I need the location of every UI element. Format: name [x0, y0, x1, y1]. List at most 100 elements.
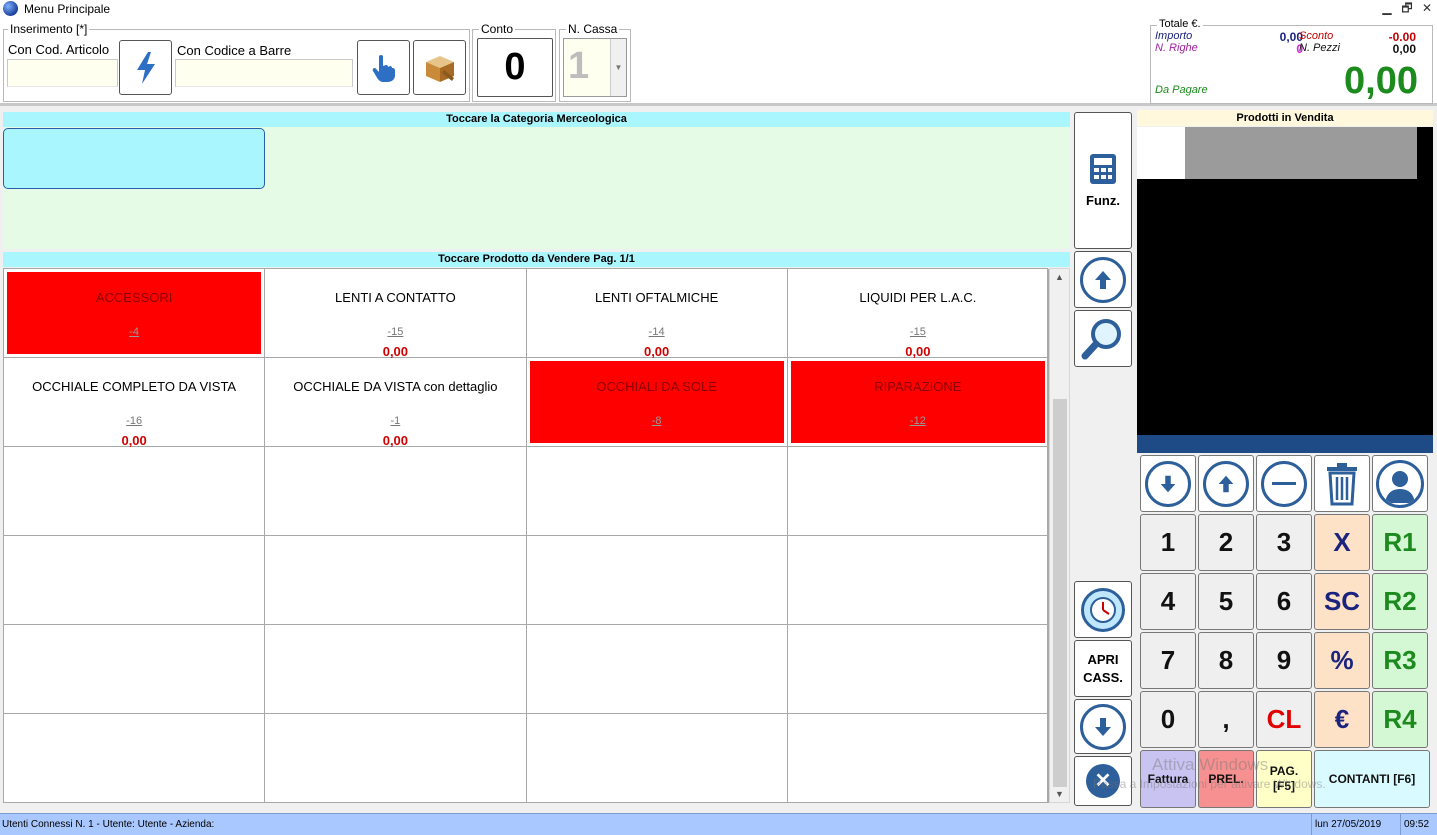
apri-cassetto-button[interactable]: APRI CASS. [1074, 640, 1132, 697]
pagare-label: Da Pagare [1155, 84, 1208, 96]
arrow-down-icon [1145, 460, 1191, 507]
key-8[interactable]: 8 [1198, 632, 1254, 689]
calculator-icon [1090, 153, 1116, 184]
key-6[interactable]: 6 [1256, 573, 1312, 630]
key-5[interactable]: 5 [1198, 573, 1254, 630]
scroll-up-button[interactable] [1074, 251, 1132, 308]
clock-button[interactable] [1074, 581, 1132, 638]
cassa-select[interactable]: 1 ▼ [563, 38, 627, 97]
product-name: OCCHIALE DA VISTA con dettaglio [293, 379, 498, 394]
product-tile[interactable]: RIPARAZIONE -12 [787, 358, 1049, 447]
product-tile[interactable]: LENTI A CONTATTO -15 0,00 [265, 269, 527, 359]
minus-button[interactable] [1256, 455, 1312, 512]
product-tile[interactable]: OCCHIALI DA SOLE -8 [526, 358, 788, 447]
restore-button[interactable]: 🗗 [1397, 0, 1417, 18]
empty-product-slot [526, 714, 788, 803]
minimize-button[interactable]: ▁ [1377, 0, 1397, 18]
key-9[interactable]: 9 [1256, 632, 1312, 689]
scroll-down-arrow-icon[interactable]: ▼ [1050, 786, 1069, 802]
key-7[interactable]: 7 [1140, 632, 1196, 689]
empty-product-slot [787, 625, 1049, 714]
products-grid: ACCESSORI -4 LENTI A CONTATTO -15 0,00 LENTI … [3, 268, 1049, 803]
product-name: LENTI A CONTATTO [335, 290, 456, 305]
box-button[interactable] [413, 40, 466, 95]
cassa-legend: N. Cassa [566, 22, 620, 36]
product-price: 0,00 [382, 344, 409, 359]
product-tile[interactable]: ACCESSORI -4 [4, 269, 266, 358]
key-r2[interactable]: R2 [1372, 573, 1428, 630]
product-name: OCCHIALI DA SOLE [596, 379, 717, 394]
empty-product-slot [526, 625, 788, 714]
product-tile[interactable]: LENTI OFTALMICHE -14 0,00 [526, 269, 788, 359]
customer-button[interactable] [1372, 455, 1428, 512]
funzioni-button[interactable]: Funz. [1074, 112, 1132, 249]
lightning-icon [136, 51, 155, 84]
product-code: -15 [387, 326, 404, 338]
key-3[interactable]: 3 [1256, 514, 1312, 571]
conto-value[interactable]: 0 [477, 38, 553, 97]
product-code: -8 [651, 415, 662, 427]
totals-panel: Totale €. Importo 0,00 N. Righe 0 Sconto… [1150, 18, 1433, 104]
minus-icon [1261, 460, 1307, 507]
category-button[interactable] [3, 128, 265, 189]
contanti-button[interactable]: CONTANTI [F6] [1314, 750, 1430, 808]
product-tile-face: OCCHIALI DA SOLE -8 [529, 361, 784, 443]
product-code: -14 [648, 326, 665, 338]
key-2[interactable]: 2 [1198, 514, 1254, 571]
key-r1[interactable]: R1 [1372, 514, 1428, 571]
product-tile-face: LENTI OFTALMICHE -14 0,00 [530, 272, 784, 359]
key-r4[interactable]: R4 [1372, 691, 1428, 748]
key-euro[interactable]: € [1314, 691, 1370, 748]
window-title: Menu Principale [24, 2, 111, 16]
products-scrollbar[interactable]: ▲ ▼ [1049, 268, 1070, 803]
product-tile[interactable]: LIQUIDI PER L.A.C. -15 0,00 [787, 269, 1049, 359]
close-window-button[interactable]: ✕ [1417, 0, 1437, 18]
cod-articolo-label: Con Cod. Articolo [8, 42, 110, 57]
status-time: 09:52 [1404, 819, 1430, 830]
empty-product-slot [787, 714, 1049, 803]
sale-column-header [1185, 127, 1417, 179]
key-percent[interactable]: % [1314, 632, 1370, 689]
key-multiply[interactable]: X [1314, 514, 1370, 571]
search-button[interactable] [1074, 310, 1132, 367]
key-clear[interactable]: CL [1256, 691, 1312, 748]
line-down-button[interactable] [1140, 455, 1196, 512]
sale-list[interactable] [1137, 127, 1433, 453]
key-comma[interactable]: , [1198, 691, 1254, 748]
key-sconto[interactable]: SC [1314, 573, 1370, 630]
totals-legend: Totale €. [1157, 18, 1203, 30]
scroll-down-button[interactable] [1074, 699, 1132, 754]
product-code: -16 [126, 415, 143, 427]
delete-button[interactable] [1314, 455, 1370, 512]
lightning-button[interactable] [119, 40, 172, 95]
product-tile-face: ACCESSORI -4 [7, 272, 262, 354]
key-0[interactable]: 0 [1140, 691, 1196, 748]
sconto-label: Sconto [1299, 30, 1334, 42]
empty-product-slot [526, 536, 788, 625]
product-tile[interactable]: OCCHIALE DA VISTA con dettaglio -1 0,00 [265, 358, 527, 448]
conto-legend: Conto [479, 22, 516, 36]
scroll-thumb[interactable] [1053, 399, 1067, 787]
product-price: 0,00 [643, 344, 670, 359]
empty-product-slot [787, 536, 1049, 625]
apri-label: APRI [1087, 651, 1119, 667]
product-tile-face: OCCHIALE DA VISTA con dettaglio -1 0,00 [268, 361, 522, 448]
key-1[interactable]: 1 [1140, 514, 1196, 571]
line-up-button[interactable] [1198, 455, 1254, 512]
codice-barre-input[interactable] [175, 59, 353, 87]
activation-watermark-title: Attiva Windows [1152, 755, 1269, 774]
empty-product-slot [4, 625, 266, 714]
pezzi-value: 0,00 [1392, 42, 1416, 56]
cod-articolo-input[interactable] [7, 59, 118, 87]
scroll-up-arrow-icon[interactable]: ▲ [1050, 269, 1069, 285]
product-tile[interactable]: OCCHIALE COMPLETO DA VISTA -16 0,00 [4, 358, 266, 448]
key-r3[interactable]: R3 [1372, 632, 1428, 689]
chevron-down-icon[interactable]: ▼ [610, 39, 626, 96]
sale-footer-bar [1137, 435, 1433, 453]
empty-product-slot [4, 447, 266, 536]
status-date: lun 27/05/2019 [1315, 819, 1382, 830]
key-4[interactable]: 4 [1140, 573, 1196, 630]
product-code: -12 [909, 415, 926, 427]
product-tile-face: LIQUIDI PER L.A.C. -15 0,00 [791, 272, 1045, 359]
touch-button[interactable] [357, 40, 410, 95]
